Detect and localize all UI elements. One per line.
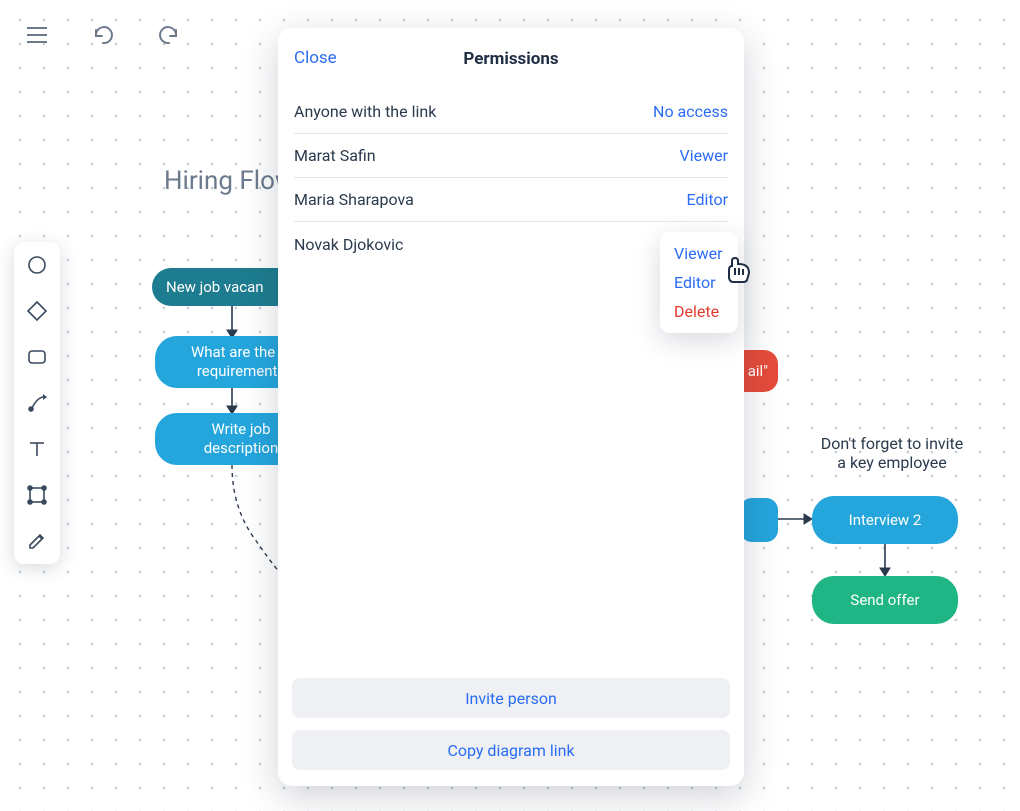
permission-row[interactable]: Maria Sharapova Editor xyxy=(294,178,728,222)
rectangle-shape-icon[interactable] xyxy=(24,344,50,370)
arrow-icon xyxy=(224,306,240,340)
dashed-connector xyxy=(224,465,284,575)
role-option-editor[interactable]: Editor xyxy=(674,273,724,292)
permission-value[interactable]: No access xyxy=(653,102,728,121)
permission-label: Marat Safin xyxy=(294,146,376,165)
role-option-delete[interactable]: Delete xyxy=(674,302,724,321)
node-label: requirements xyxy=(197,362,285,380)
close-button[interactable]: Close xyxy=(294,48,337,68)
modal-footer: Invite person Copy diagram link xyxy=(278,668,744,786)
permission-row[interactable]: Anyone with the link No access xyxy=(294,90,728,134)
permission-value[interactable]: Editor xyxy=(687,190,728,209)
node-label: Interview 2 xyxy=(849,511,922,530)
permission-label: Novak Djokovic xyxy=(294,235,403,254)
permission-label: Anyone with the link xyxy=(294,102,436,121)
permissions-modal: Close Permissions Anyone with the link N… xyxy=(278,28,744,786)
copy-link-button[interactable]: Copy diagram link xyxy=(292,730,730,770)
arrow-icon xyxy=(224,388,240,416)
node-label: What are the jo xyxy=(191,343,291,361)
node-label: New job vacan xyxy=(166,278,264,297)
node-label: Send offer xyxy=(850,591,919,610)
connector-icon[interactable] xyxy=(24,390,50,416)
modal-title: Permissions xyxy=(463,49,558,69)
diagram-note: Don't forget to invitea key employee xyxy=(812,434,972,472)
node-label: description xyxy=(204,439,279,457)
circle-shape-icon[interactable] xyxy=(24,252,50,278)
invite-person-button[interactable]: Invite person xyxy=(292,678,730,718)
diagram-title: Hiring Flow xyxy=(164,166,294,196)
frame-icon[interactable] xyxy=(24,482,50,508)
arrow-icon xyxy=(877,544,893,578)
redo-icon[interactable] xyxy=(154,20,184,50)
node-label: Write job xyxy=(211,420,270,438)
permission-value[interactable]: Viewer xyxy=(680,146,729,165)
role-option-viewer[interactable]: Viewer xyxy=(674,244,724,263)
pointer-cursor-icon xyxy=(720,248,754,288)
flow-node-send-offer[interactable]: Send offer xyxy=(812,576,958,624)
flow-node-fragment[interactable] xyxy=(740,498,778,542)
permission-row[interactable]: Marat Safin Viewer xyxy=(294,134,728,178)
undo-icon[interactable] xyxy=(88,20,118,50)
node-label: ail" xyxy=(748,362,768,381)
permission-label: Maria Sharapova xyxy=(294,190,414,209)
modal-header: Close Permissions xyxy=(278,28,744,90)
arrow-icon xyxy=(778,511,814,527)
flow-node-interview2[interactable]: Interview 2 xyxy=(812,496,958,544)
shape-toolbox xyxy=(14,242,60,564)
text-icon[interactable] xyxy=(24,436,50,462)
diamond-shape-icon[interactable] xyxy=(24,298,50,324)
pencil-icon[interactable] xyxy=(24,528,50,554)
top-toolbar xyxy=(22,20,184,50)
hamburger-menu-icon[interactable] xyxy=(22,20,52,50)
